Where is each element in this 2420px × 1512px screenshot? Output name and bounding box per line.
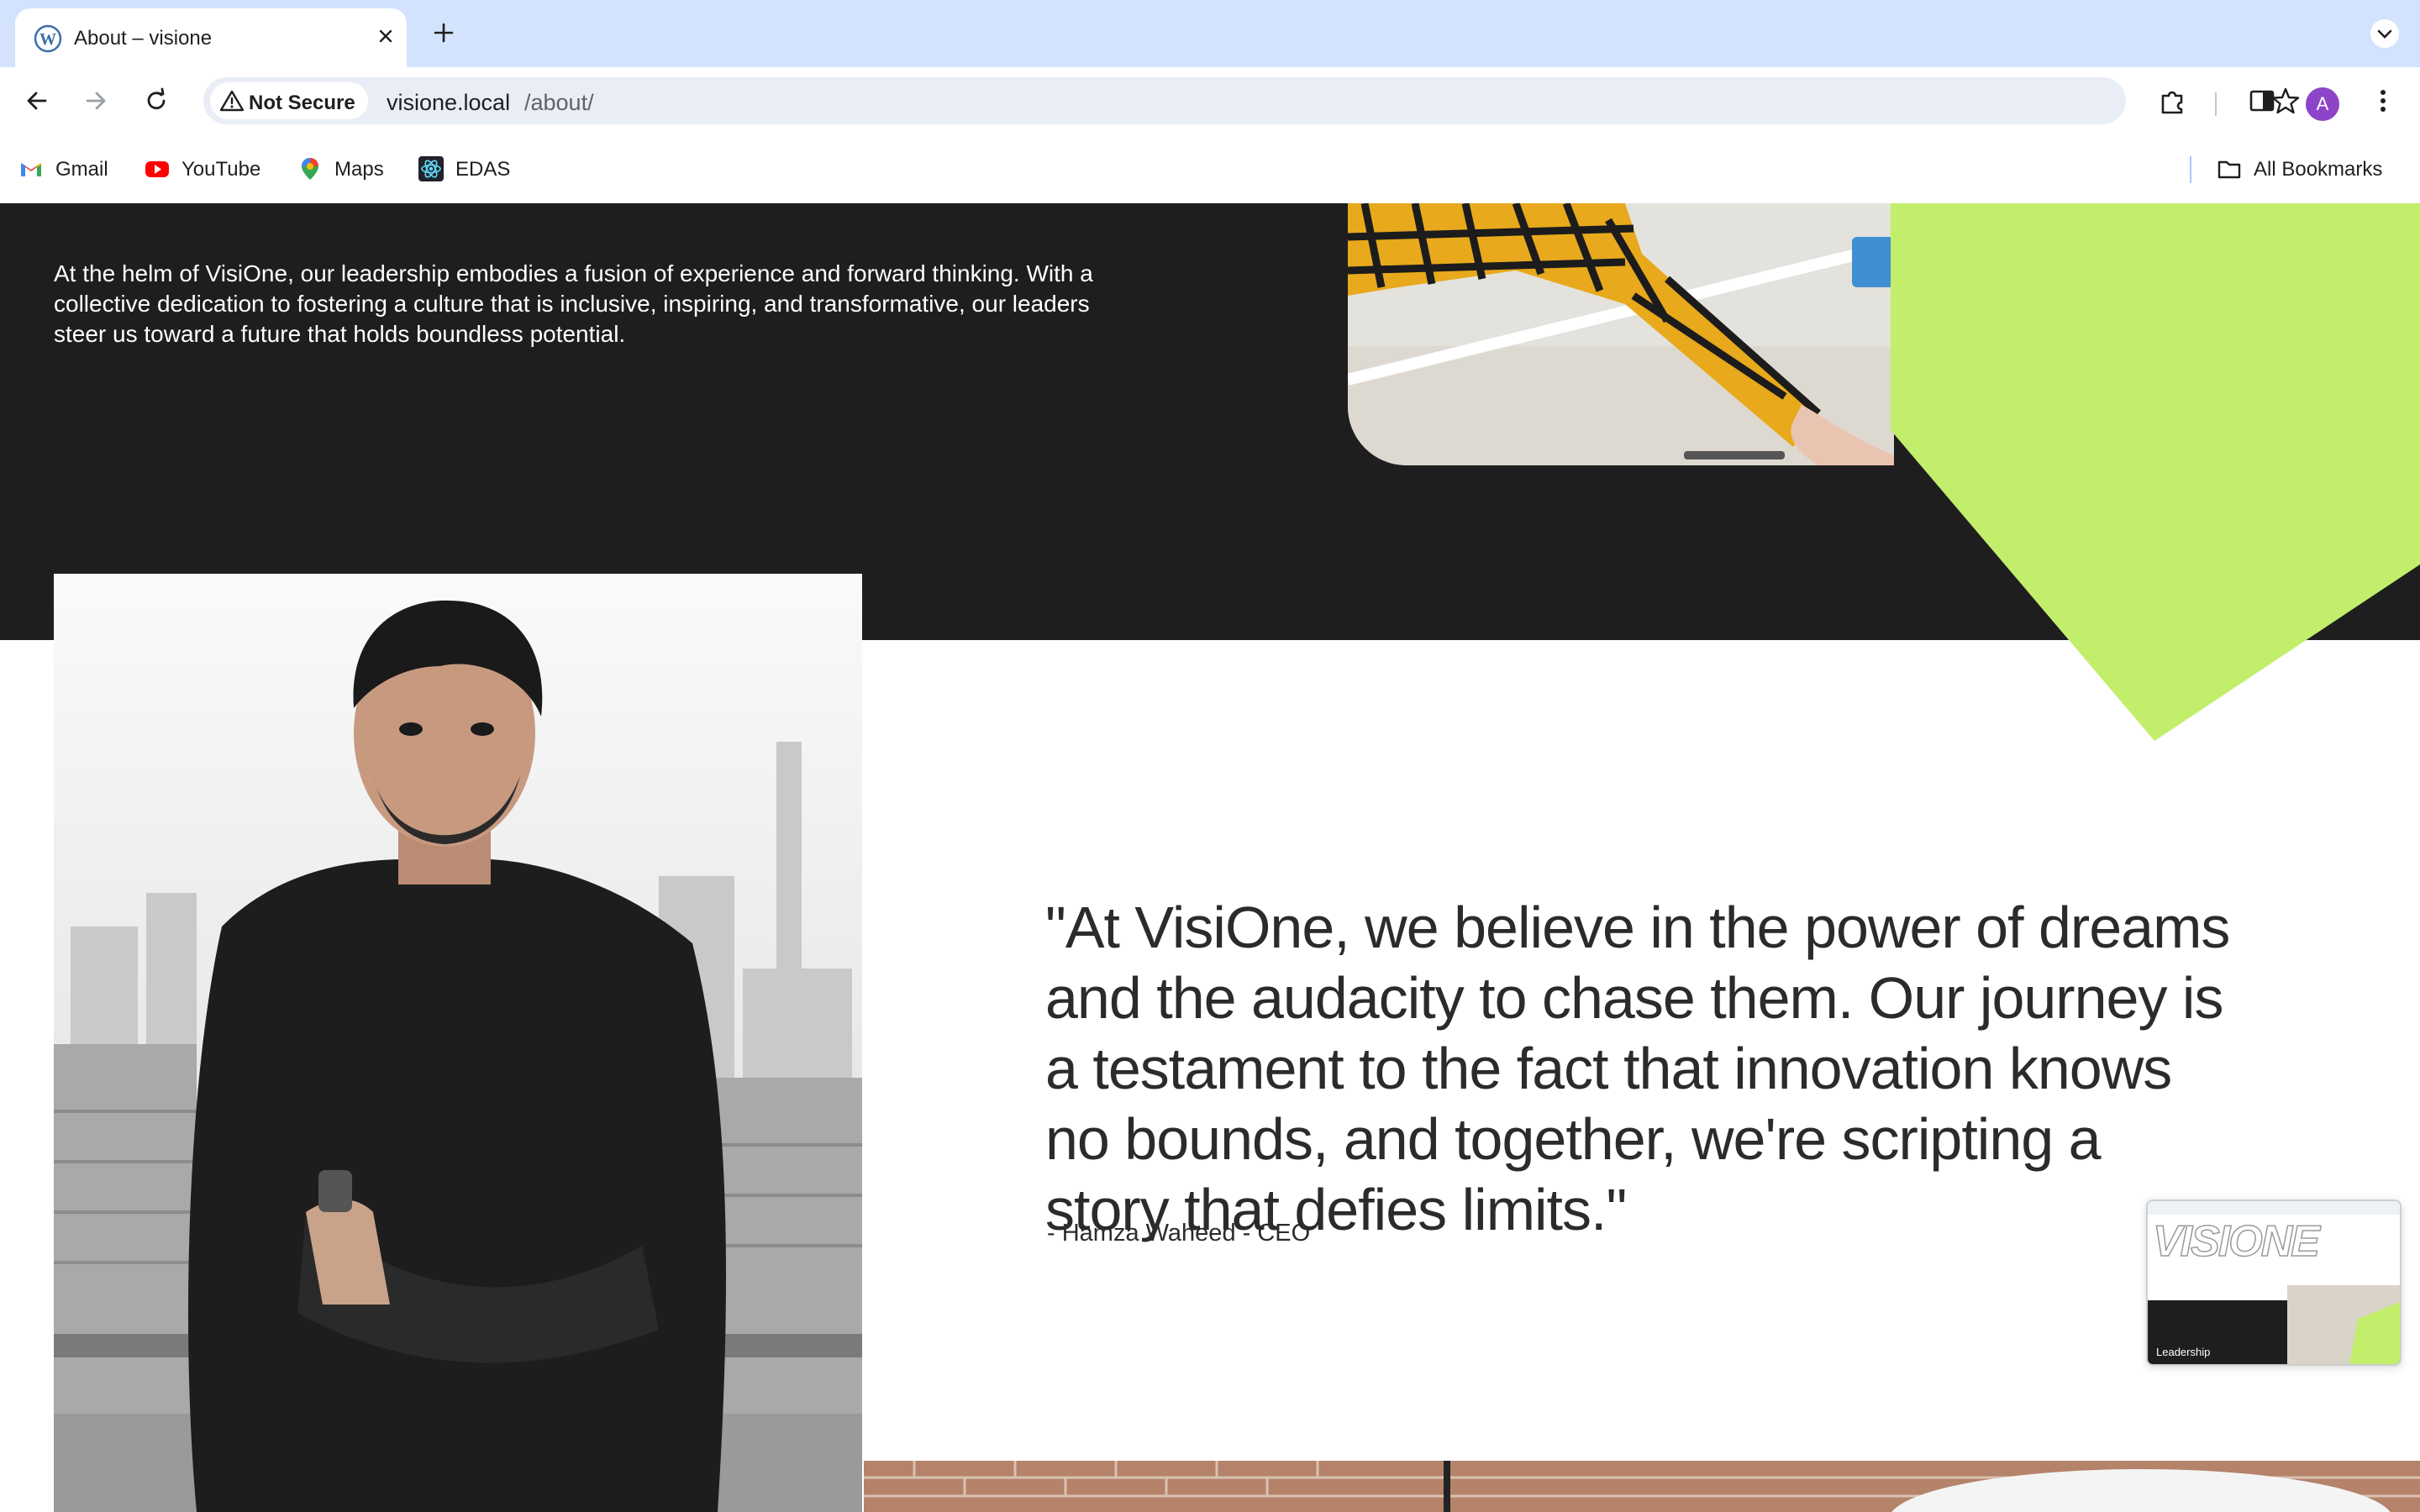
forward-icon[interactable] — [79, 84, 113, 118]
toolbar-divider — [2215, 92, 2217, 116]
all-bookmarks-label: All Bookmarks — [2254, 158, 2383, 181]
thumbnail-caption: Leadership — [2156, 1346, 2211, 1358]
close-icon[interactable] — [371, 22, 400, 50]
back-icon[interactable] — [20, 84, 54, 118]
bookmark-gmail[interactable]: Gmail — [18, 155, 119, 183]
bookmark-youtube[interactable]: YouTube — [145, 155, 271, 183]
thumbnail-logo: VISIONE — [2152, 1216, 2320, 1267]
security-chip[interactable]: Not Secure — [210, 82, 368, 119]
leadership-intro: At the helm of VisiOne, our leadership e… — [54, 260, 1093, 347]
warning-icon — [220, 90, 244, 112]
ceo-quote: "At VisiOne, we believe in the power of … — [1045, 895, 2230, 1242]
ceo-portrait — [54, 574, 862, 1512]
wordpress-icon: W — [34, 24, 62, 53]
new-tab-icon[interactable] — [429, 18, 459, 48]
thumbnail-lime-shape — [2349, 1302, 2400, 1364]
bookmark-label: Maps — [334, 158, 384, 181]
url-path: /about/ — [524, 90, 594, 115]
thumbnail-chrome — [2148, 1201, 2400, 1215]
bookmark-label: EDAS — [455, 158, 511, 181]
profile-avatar[interactable]: A — [2306, 87, 2339, 121]
page-viewport: At the helm of VisiOne, our leadership e… — [0, 203, 2420, 1512]
bookmarks-bar: Gmail YouTube Maps EDAS All Bookmarks — [0, 134, 2420, 204]
react-icon — [418, 156, 444, 181]
quote-attribution: - Hamza Waheed - CEO — [1047, 1220, 1311, 1247]
svg-text:W: W — [39, 30, 56, 49]
reload-icon[interactable] — [139, 84, 173, 118]
maps-icon — [302, 158, 318, 180]
chevron-down-icon[interactable] — [2370, 18, 2400, 49]
bookmark-label: YouTube — [182, 158, 261, 181]
lime-accent-shape — [1891, 203, 2420, 741]
all-bookmarks-button[interactable]: All Bookmarks — [2217, 155, 2402, 183]
gmail-icon — [21, 163, 41, 176]
tab-about[interactable]: W About – visione — [15, 8, 407, 67]
bookmarks-divider — [2190, 156, 2191, 183]
browser-toolbar: Not Secure visione.local /about/ A — [0, 67, 2420, 134]
url-host: visione.local — [387, 90, 511, 115]
page-preview-thumbnail[interactable]: VISIONE Leadership — [2146, 1200, 2402, 1366]
brick-wall-photo — [864, 1461, 2420, 1512]
folder-icon — [2217, 160, 2241, 179]
bookmark-edas[interactable]: EDAS — [418, 155, 519, 183]
hero-photo — [1348, 203, 1894, 465]
tab-title: About – visione — [74, 27, 213, 50]
bookmark-maps[interactable]: Maps — [297, 155, 398, 183]
tab-strip: W About – visione — [0, 0, 2420, 67]
security-label: Not Secure — [249, 92, 355, 114]
bookmark-label: Gmail — [55, 158, 108, 181]
kebab-menu-icon[interactable] — [2366, 84, 2400, 118]
youtube-icon — [145, 161, 169, 177]
side-panel-icon[interactable] — [2245, 84, 2279, 118]
address-bar[interactable]: Not Secure visione.local /about/ — [203, 77, 2300, 124]
extensions-icon[interactable] — [2156, 84, 2190, 118]
